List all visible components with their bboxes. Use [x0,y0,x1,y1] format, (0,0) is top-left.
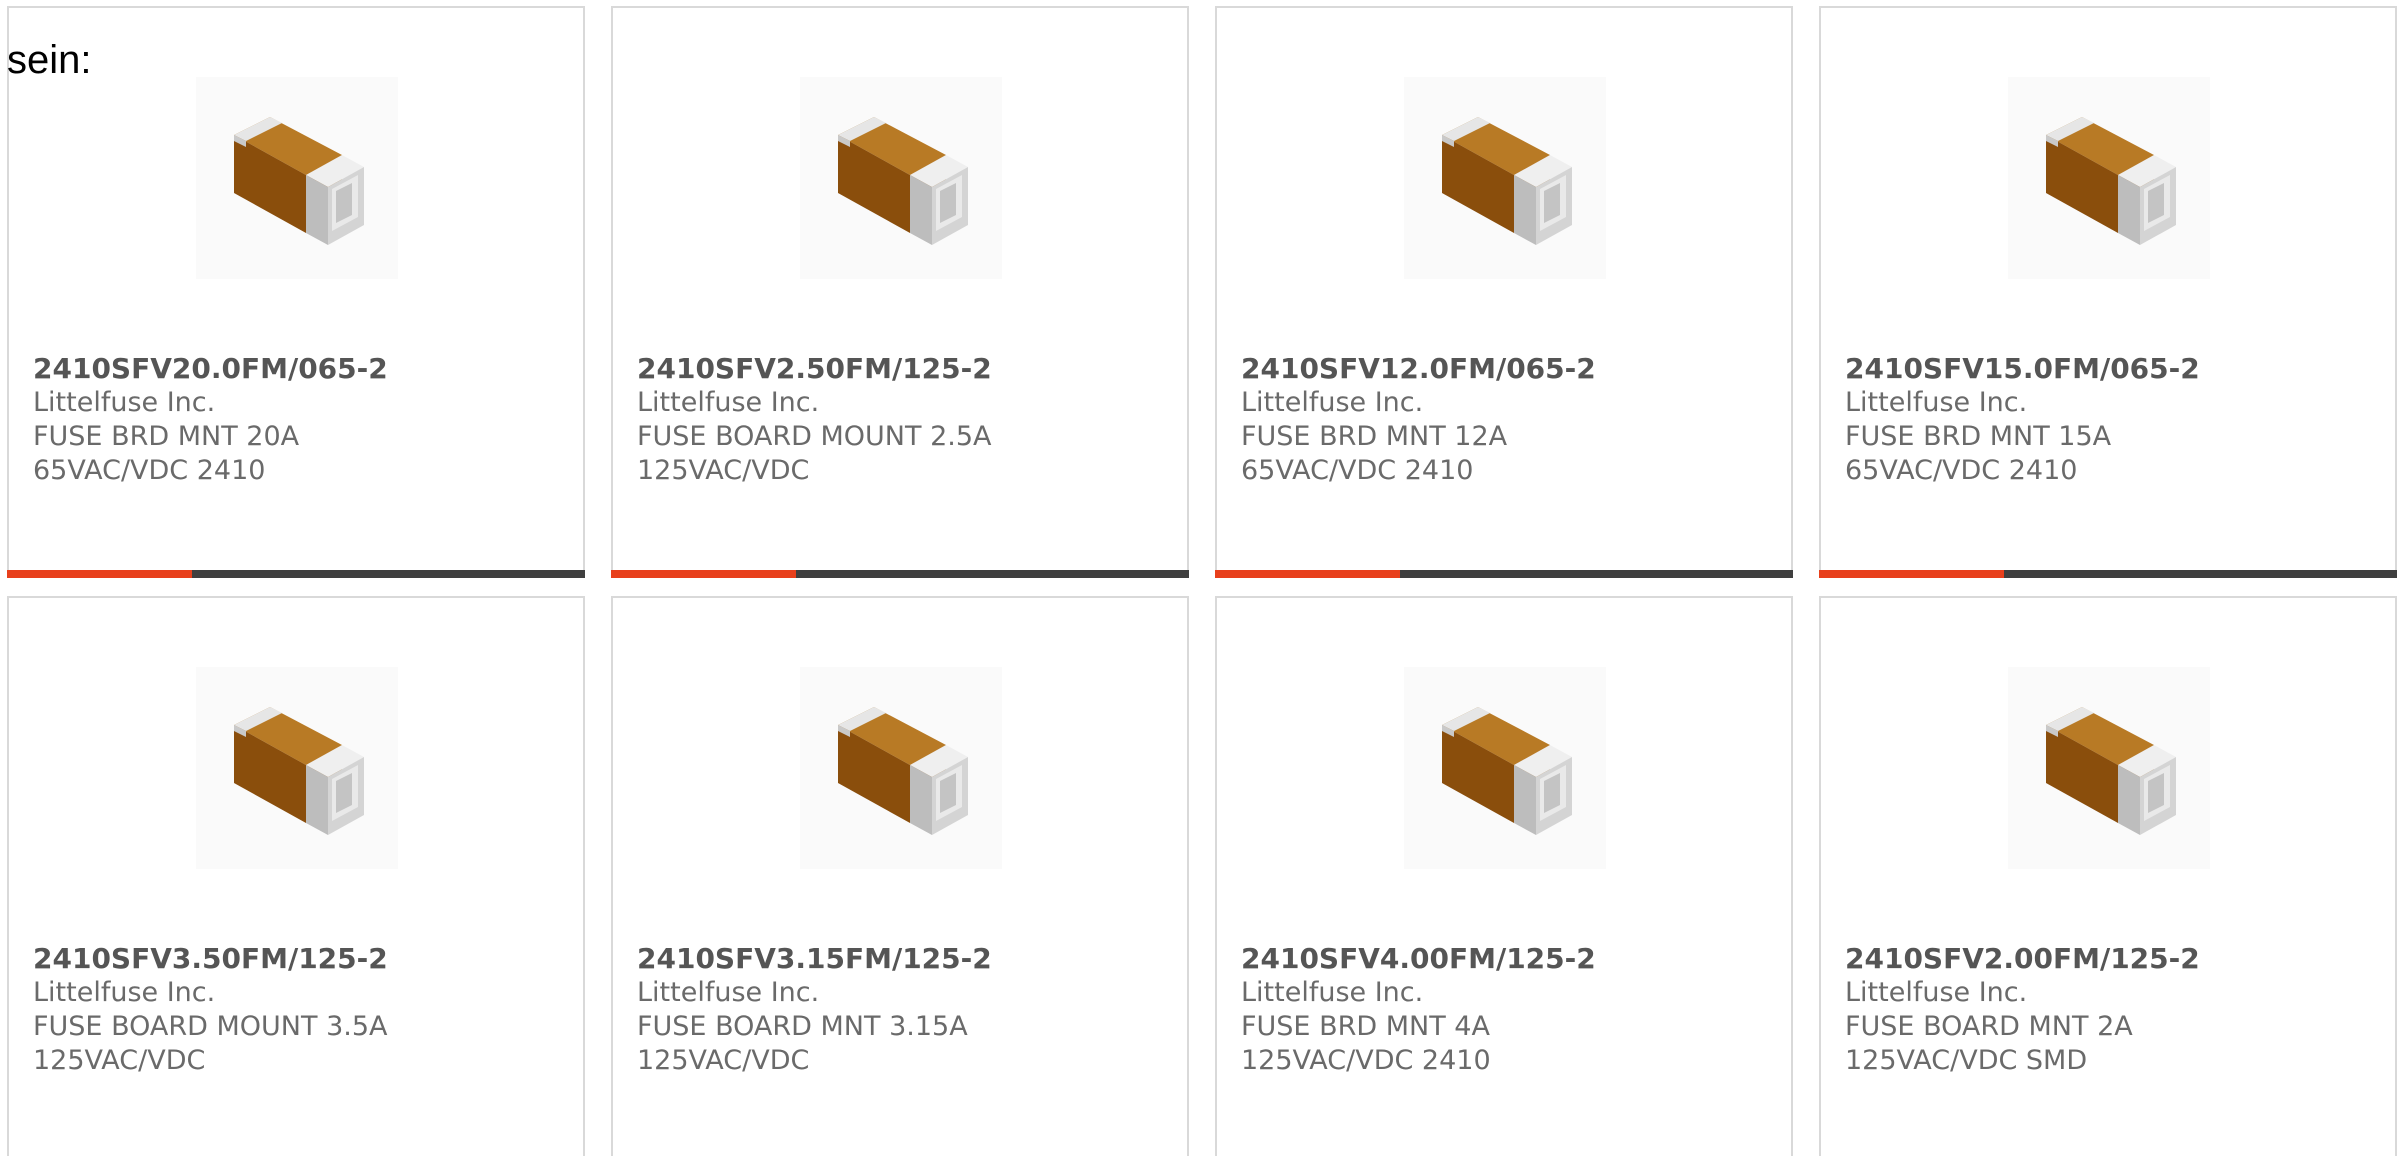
smd-fuse-icon [234,707,364,835]
manufacturer-name: Littelfuse Inc. [1241,977,1424,1008]
smd-fuse-icon [2046,707,2176,835]
progress-bar [1215,570,1793,578]
product-info: 2410SFV3.50FM/125-2 Littelfuse Inc. FUSE… [33,942,553,1078]
product-info: 2410SFV3.15FM/125-2 Littelfuse Inc. FUSE… [637,942,1157,1078]
progress-bar [611,570,1189,578]
part-number-link[interactable]: 2410SFV2.50FM/125-2 [637,352,1157,386]
progress-bar-fill [1819,570,2004,578]
smd-fuse-image[interactable] [1404,77,1606,279]
smd-fuse-icon [1442,707,1572,835]
product-description: FUSE BRD MNT 20A 65VAC/VDC 2410 [33,421,300,486]
product-description: FUSE BOARD MNT 3.15A 125VAC/VDC [637,1011,968,1076]
progress-bar-fill [611,570,796,578]
manufacturer-name: Littelfuse Inc. [637,977,820,1008]
product-card[interactable]: 2410SFV3.15FM/125-2 Littelfuse Inc. FUSE… [611,596,1189,1156]
product-description: FUSE BOARD MNT 2A 125VAC/VDC SMD [1845,1011,2133,1076]
product-card[interactable]: 2410SFV2.50FM/125-2 Littelfuse Inc. FUSE… [611,6,1189,578]
product-info: 2410SFV4.00FM/125-2 Littelfuse Inc. FUSE… [1241,942,1761,1078]
progress-bar [7,570,585,578]
product-description: FUSE BOARD MOUNT 2.5A 125VAC/VDC [637,421,992,486]
part-number-link[interactable]: 2410SFV3.50FM/125-2 [33,942,553,976]
part-number-link[interactable]: 2410SFV20.0FM/065-2 [33,352,553,386]
manufacturer-name: Littelfuse Inc. [33,977,216,1008]
part-number-link[interactable]: 2410SFV15.0FM/065-2 [1845,352,2365,386]
product-card[interactable]: 2410SFV2.00FM/125-2 Littelfuse Inc. FUSE… [1819,596,2397,1156]
progress-bar-fill [1215,570,1400,578]
smd-fuse-icon [2046,117,2176,245]
progress-bar [1819,570,2397,578]
product-info: 2410SFV2.00FM/125-2 Littelfuse Inc. FUSE… [1845,942,2365,1078]
smd-fuse-icon [234,117,364,245]
manufacturer-name: Littelfuse Inc. [637,387,820,418]
smd-fuse-icon [838,117,968,245]
part-number-link[interactable]: 2410SFV4.00FM/125-2 [1241,942,1761,976]
product-info: 2410SFV12.0FM/065-2 Littelfuse Inc. FUSE… [1241,352,1761,488]
manufacturer-name: Littelfuse Inc. [1845,977,2028,1008]
part-number-link[interactable]: 2410SFV2.00FM/125-2 [1845,942,2365,976]
smd-fuse-image[interactable] [800,667,1002,869]
part-number-link[interactable]: 2410SFV12.0FM/065-2 [1241,352,1761,386]
product-card[interactable]: 2410SFV15.0FM/065-2 Littelfuse Inc. FUSE… [1819,6,2397,578]
page-heading: sein: [7,38,92,82]
smd-fuse-image[interactable] [1404,667,1606,869]
product-info: 2410SFV2.50FM/125-2 Littelfuse Inc. FUSE… [637,352,1157,488]
product-description: FUSE BRD MNT 4A 125VAC/VDC 2410 [1241,1011,1491,1076]
smd-fuse-image[interactable] [196,667,398,869]
product-info: 2410SFV20.0FM/065-2 Littelfuse Inc. FUSE… [33,352,553,488]
manufacturer-name: Littelfuse Inc. [1241,387,1424,418]
part-number-link[interactable]: 2410SFV3.15FM/125-2 [637,942,1157,976]
smd-fuse-image[interactable] [2008,667,2210,869]
product-description: FUSE BRD MNT 15A 65VAC/VDC 2410 [1845,421,2112,486]
smd-fuse-icon [1442,117,1572,245]
product-description: FUSE BOARD MOUNT 3.5A 125VAC/VDC [33,1011,388,1076]
product-description: FUSE BRD MNT 12A 65VAC/VDC 2410 [1241,421,1508,486]
page: sein: 2410SFV20.0FM/065-2 Littelfuse Inc… [0,0,2400,1156]
smd-fuse-icon [838,707,968,835]
manufacturer-name: Littelfuse Inc. [33,387,216,418]
product-info: 2410SFV15.0FM/065-2 Littelfuse Inc. FUSE… [1845,352,2365,488]
progress-bar-fill [7,570,192,578]
smd-fuse-image[interactable] [800,77,1002,279]
manufacturer-name: Littelfuse Inc. [1845,387,2028,418]
product-card[interactable]: 2410SFV3.50FM/125-2 Littelfuse Inc. FUSE… [7,596,585,1156]
product-grid: 2410SFV20.0FM/065-2 Littelfuse Inc. FUSE… [7,6,2400,1156]
product-card[interactable]: 2410SFV4.00FM/125-2 Littelfuse Inc. FUSE… [1215,596,1793,1156]
smd-fuse-image[interactable] [2008,77,2210,279]
product-card[interactable]: 2410SFV12.0FM/065-2 Littelfuse Inc. FUSE… [1215,6,1793,578]
product-card[interactable]: 2410SFV20.0FM/065-2 Littelfuse Inc. FUSE… [7,6,585,578]
smd-fuse-image[interactable] [196,77,398,279]
